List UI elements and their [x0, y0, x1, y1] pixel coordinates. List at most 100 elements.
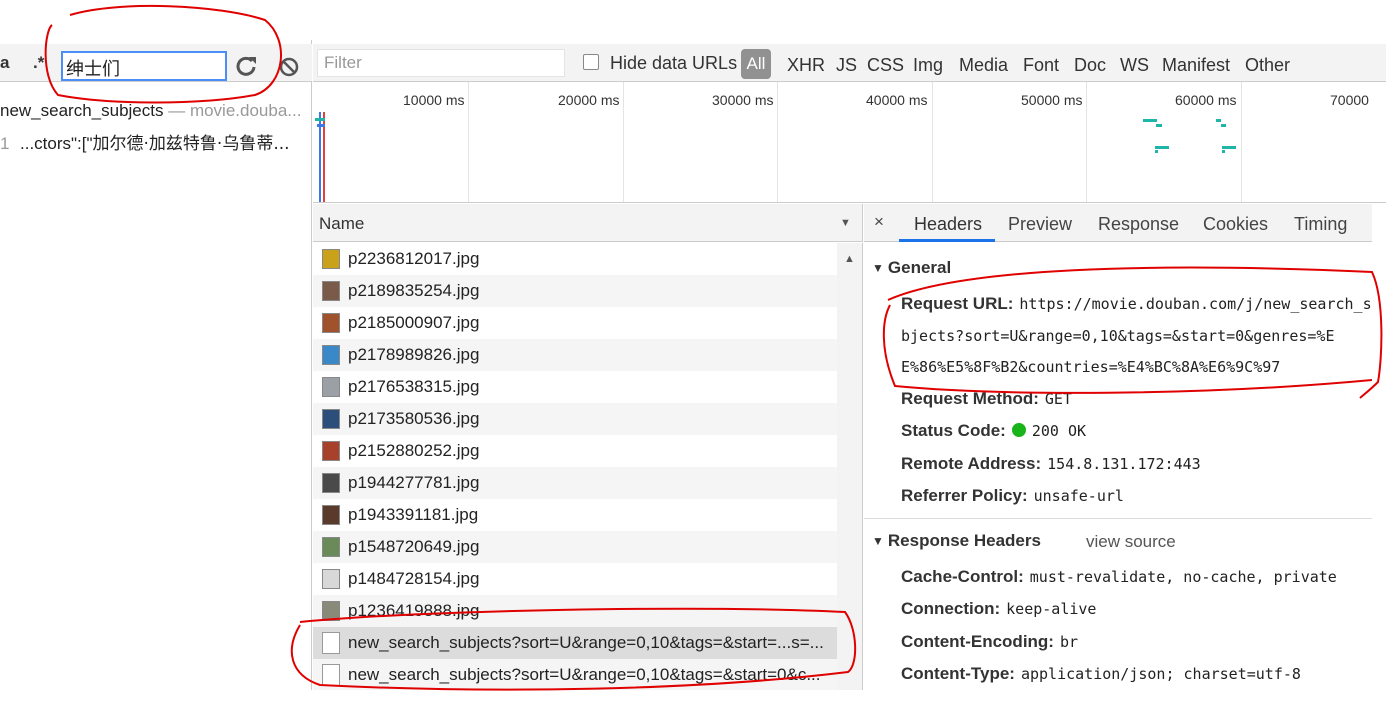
hide-data-urls-checkbox[interactable] [583, 54, 599, 70]
image-thumbnail-icon [322, 473, 340, 493]
referrer-policy-label: Referrer Policy: [901, 486, 1028, 505]
tick-line [777, 82, 778, 202]
request-url-label: Request URL: [901, 294, 1014, 313]
tab-timing[interactable]: Timing [1294, 214, 1347, 235]
general-section-title: General [887, 258, 952, 277]
remote-address-row: Remote Address: 154.8.131.172:443 [901, 454, 1201, 474]
filter-font[interactable]: Font [1023, 55, 1059, 76]
tick-label: 60000 ms [1175, 92, 1237, 108]
search-result-file[interactable]: new_search_subjects — movie.douba... [0, 101, 301, 121]
request-name: p2189835254.jpg [348, 281, 480, 300]
tab-response[interactable]: Response [1098, 214, 1179, 235]
request-name: p1484728154.jpg [348, 569, 480, 588]
filter-all-button[interactable]: All [741, 49, 771, 79]
request-row[interactable]: new_search_subjects?sort=U&range=0,10&ta… [313, 659, 837, 690]
request-row[interactable]: p2152880252.jpg [313, 435, 837, 467]
status-ok-icon [1011, 423, 1026, 437]
filter-input[interactable]: Filter [317, 49, 565, 77]
request-row[interactable]: p2176538315.jpg [313, 371, 837, 403]
hide-data-urls-label[interactable]: Hide data URLs [610, 53, 737, 74]
header-key: Connection: [901, 599, 1001, 618]
request-row[interactable]: p1943391181.jpg [313, 499, 837, 531]
request-list[interactable]: p2236812017.jpg p2189835254.jpg p218500090… [313, 243, 837, 690]
image-thumbnail-icon [322, 569, 340, 589]
filter-js[interactable]: JS [836, 55, 857, 76]
request-url-row: Request URL: https://movie.douban.com/j/n… [901, 294, 1372, 314]
network-filter-bar: Filter Hide data URLs All XHR JS CSS Img… [313, 44, 1386, 82]
header-key: Content-Encoding: [901, 632, 1054, 651]
tick-label: 30000 ms [712, 92, 774, 108]
remote-address-label: Remote Address: [901, 454, 1042, 473]
refresh-icon[interactable] [233, 53, 259, 79]
close-icon[interactable]: × [874, 212, 884, 232]
filter-manifest[interactable]: Manifest [1162, 55, 1230, 76]
image-thumbnail-icon [322, 345, 340, 365]
tab-preview[interactable]: Preview [1008, 214, 1072, 235]
request-name: p2152880252.jpg [348, 441, 480, 460]
waterfall-bar [1156, 124, 1162, 127]
timeline-overview[interactable]: 10000 ms 20000 ms 30000 ms 40000 ms 5000… [313, 82, 1386, 203]
match-case-toggle[interactable]: a [0, 53, 9, 73]
request-name: p1236419888.jpg [348, 601, 480, 620]
general-section-toggle[interactable]: ▼ General [872, 258, 951, 278]
filter-doc[interactable]: Doc [1074, 55, 1106, 76]
search-input[interactable]: 绅士们 [61, 51, 227, 81]
request-name: new_search_subjects?sort=U&range=0,10&ta… [348, 665, 821, 684]
waterfall-bar [315, 118, 325, 121]
request-row[interactable]: p1944277781.jpg [313, 467, 837, 499]
waterfall-bar [1155, 146, 1169, 149]
view-source-link[interactable]: view source [1086, 532, 1176, 552]
result-file-name: new_search_subjects [0, 101, 164, 120]
response-header-row: Content-Encoding: br [901, 632, 1078, 652]
image-thumbnail-icon [322, 281, 340, 301]
request-row[interactable]: p2178989826.jpg [313, 339, 837, 371]
sort-down-icon[interactable]: ▼ [840, 217, 851, 229]
image-thumbnail-icon [322, 377, 340, 397]
name-column-header[interactable]: Name [319, 214, 364, 234]
filter-css[interactable]: CSS [867, 55, 904, 76]
request-row[interactable]: p2189835254.jpg [313, 275, 837, 307]
filter-other[interactable]: Other [1245, 55, 1290, 76]
header-key: Content-Type: [901, 664, 1015, 683]
tab-cookies[interactable]: Cookies [1203, 214, 1268, 235]
request-name: p2236812017.jpg [348, 249, 480, 268]
status-code-row: Status Code: 200 OK [901, 421, 1086, 441]
waterfall-bar [1155, 150, 1158, 153]
response-headers-section-toggle[interactable]: ▼ Response Headers [872, 531, 1041, 551]
tab-headers[interactable]: Headers [914, 214, 982, 235]
request-list-scrollbar[interactable]: ▲ [837, 243, 863, 690]
filter-media[interactable]: Media [959, 55, 1008, 76]
request-row[interactable]: p1548720649.jpg [313, 531, 837, 563]
expand-triangle-icon: ▼ [872, 261, 884, 275]
image-thumbnail-icon [322, 441, 340, 461]
request-row[interactable]: p1484728154.jpg [313, 563, 837, 595]
search-toolbar: a .* 绅士们 [0, 44, 312, 82]
result-text: ...ctors":[" [20, 134, 93, 153]
expand-triangle-icon: ▼ [872, 534, 884, 548]
request-row[interactable]: p2185000907.jpg [313, 307, 837, 339]
request-name: p1548720649.jpg [348, 537, 480, 556]
request-name: p2176538315.jpg [348, 377, 480, 396]
tick-label: 20000 ms [558, 92, 620, 108]
section-divider [864, 518, 1372, 519]
request-row[interactable]: p2236812017.jpg [313, 243, 837, 275]
filter-img[interactable]: Img [913, 55, 943, 76]
result-separator: — [163, 101, 190, 120]
referrer-policy-value: unsafe-url [1033, 487, 1124, 505]
tick-line [468, 82, 469, 202]
referrer-policy-row: Referrer Policy: unsafe-url [901, 486, 1124, 506]
clear-search-icon[interactable] [276, 54, 302, 80]
result-line-number: 1 [0, 134, 10, 153]
request-row[interactable]: p2173580536.jpg [313, 403, 837, 435]
request-row[interactable]: new_search_subjects?sort=U&range=0,10&ta… [313, 627, 837, 659]
filter-xhr[interactable]: XHR [787, 55, 825, 76]
request-row[interactable]: p1236419888.jpg [313, 595, 837, 627]
search-result-match[interactable]: 1 ...ctors":["加尔德·加兹特鲁·乌鲁蒂... [0, 129, 290, 154]
waterfall-bar [1222, 150, 1225, 153]
tick-line [932, 82, 933, 202]
filter-ws[interactable]: WS [1120, 55, 1149, 76]
request-name: new_search_subjects?sort=U&range=0,10&ta… [348, 633, 824, 652]
regex-toggle[interactable]: .* [33, 53, 44, 73]
header-value: br [1059, 633, 1079, 651]
scroll-up-icon[interactable]: ▲ [844, 253, 855, 265]
